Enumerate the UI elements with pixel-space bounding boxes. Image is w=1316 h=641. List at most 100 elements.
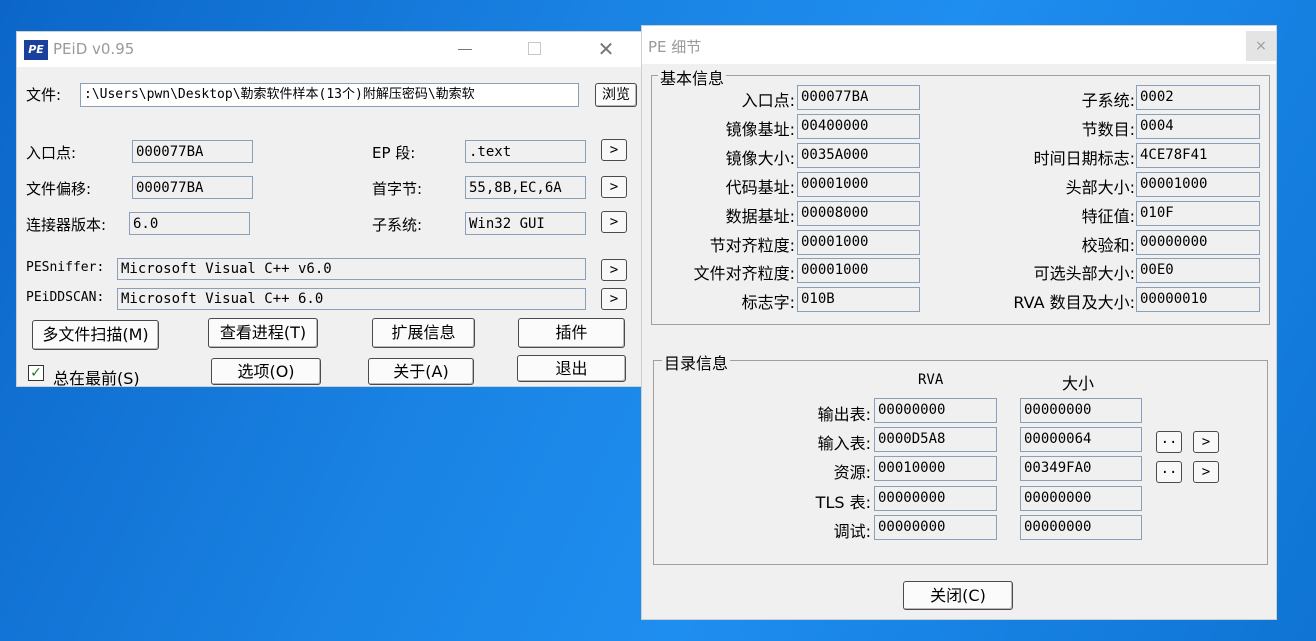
rva-column-header: RVA — [918, 372, 944, 388]
peiddscan-field[interactable]: Microsoft Visual C++ 6.0 — [117, 288, 586, 310]
subsystem-label: 子系统: — [372, 216, 423, 234]
multi-scan-button[interactable]: 多文件扫描(M) — [32, 320, 159, 350]
close-icon[interactable]: × — [1246, 31, 1276, 61]
basic-left-value-field[interactable]: 00001000 — [797, 258, 920, 283]
directory-row-label: TLS 表: — [815, 493, 871, 512]
directory-size-field[interactable]: 00000000 — [1020, 515, 1142, 540]
basic-left-value-field[interactable]: 000077BA — [797, 85, 920, 110]
about-button[interactable]: 关于(A) — [368, 358, 474, 385]
close-icon[interactable]: ✕ — [596, 38, 616, 60]
subsystem-field[interactable]: Win32 GUI — [465, 212, 586, 235]
file-path-field[interactable]: :\Users\pwn\Desktop\勒索软件样本(13个)附解压密码\勒索软 — [80, 83, 579, 107]
directory-rva-field[interactable]: 00000000 — [874, 486, 997, 511]
basic-right-label: RVA 数目及大小: — [1013, 293, 1135, 312]
linker-version-field[interactable]: 6.0 — [129, 212, 250, 235]
peid-logo-icon: PE — [24, 40, 48, 60]
basic-right-label: 时间日期标志: — [1033, 149, 1135, 168]
directory-size-field[interactable]: 00000064 — [1020, 427, 1142, 452]
pe-details-title: PE 细节 — [648, 38, 702, 56]
directory-row-label: 输入表: — [817, 434, 871, 453]
basic-right-value-field[interactable]: 0004 — [1136, 114, 1260, 139]
linker-version-label: 连接器版本: — [26, 216, 107, 234]
exit-button[interactable]: 退出 — [517, 355, 626, 382]
close-details-button[interactable]: 关闭(C) — [903, 581, 1013, 610]
maximize-icon[interactable] — [528, 42, 541, 55]
file-offset-field[interactable]: 000077BA — [132, 176, 253, 199]
basic-left-label: 入口点: — [741, 91, 795, 110]
basic-left-label: 文件对齐粒度: — [693, 264, 795, 283]
first-bytes-field[interactable]: 55,8B,EC,6A — [465, 176, 586, 199]
basic-left-value-field[interactable]: 010B — [797, 287, 920, 312]
file-label: 文件: — [26, 86, 62, 104]
directory-row-label: 资源: — [833, 463, 871, 482]
pesniffer-label: PESniffer: — [26, 260, 105, 275]
basic-right-label: 子系统: — [1081, 91, 1135, 110]
directory-rva-field[interactable]: 0000D5A8 — [874, 427, 997, 452]
directory-row-label: 输出表: — [817, 405, 871, 424]
minimize-icon[interactable] — [458, 49, 472, 50]
directory-info-title: 目录信息 — [662, 350, 731, 374]
subsystem-arrow-button[interactable]: > — [601, 211, 627, 233]
basic-left-label: 标志字: — [741, 293, 795, 312]
ep-section-field[interactable]: .text — [465, 140, 586, 163]
basic-right-value-field[interactable]: 00000000 — [1136, 230, 1260, 255]
entry-point-label: 入口点: — [26, 144, 77, 162]
extra-info-button[interactable]: 扩展信息 — [372, 318, 475, 348]
basic-right-value-field[interactable]: 00001000 — [1136, 172, 1260, 197]
basic-right-value-field[interactable]: 4CE78F41 — [1136, 143, 1260, 168]
directory-size-field[interactable]: 00000000 — [1020, 398, 1142, 423]
basic-left-label: 数据基址: — [725, 207, 795, 226]
basic-right-value-field[interactable]: 00000010 — [1136, 287, 1260, 312]
peid-window: PE PEiD v0.95 ✕ 文件: :\Users\pwn\Desktop\… — [16, 31, 642, 389]
stay-on-top-checkbox[interactable]: ✓ — [28, 365, 44, 381]
basic-left-label: 节对齐粒度: — [709, 236, 795, 255]
imports-dots-button[interactable]: .. — [1156, 431, 1182, 453]
resources-arrow-button[interactable]: > — [1193, 461, 1219, 483]
first-bytes-arrow-button[interactable]: > — [601, 176, 627, 198]
basic-left-label: 代码基址: — [725, 178, 795, 197]
basic-right-label: 头部大小: — [1065, 178, 1135, 197]
peid-titlebar[interactable]: PE PEiD v0.95 ✕ — [17, 32, 641, 67]
basic-left-label: 镜像大小: — [725, 149, 795, 168]
basic-left-value-field[interactable]: 00001000 — [797, 172, 920, 197]
resources-dots-button[interactable]: .. — [1156, 461, 1182, 483]
pe-details-titlebar[interactable]: PE 细节 × — [642, 26, 1276, 64]
first-bytes-label: 首字节: — [372, 180, 423, 198]
browse-button[interactable]: 浏览 — [595, 83, 637, 107]
pe-details-window: PE 细节 × 基本信息 目录信息 RVA 大小 .. > .. > 关闭(C)… — [641, 25, 1277, 620]
basic-right-label: 特征值: — [1081, 207, 1135, 226]
options-button[interactable]: 选项(O) — [211, 358, 321, 385]
basic-right-value-field[interactable]: 0002 — [1136, 85, 1260, 110]
basic-left-value-field[interactable]: 00008000 — [797, 201, 920, 226]
ep-section-label: EP 段: — [372, 144, 416, 162]
imports-arrow-button[interactable]: > — [1193, 431, 1219, 453]
peiddscan-arrow-button[interactable]: > — [601, 288, 627, 310]
basic-info-title: 基本信息 — [658, 65, 727, 89]
pesniffer-field[interactable]: Microsoft Visual C++ v6.0 — [117, 258, 586, 280]
peiddscan-label: PEiDDSCAN: — [26, 290, 105, 305]
directory-row-label: 调试: — [833, 522, 871, 541]
peid-title: PEiD v0.95 — [53, 40, 135, 58]
directory-rva-field[interactable]: 00010000 — [874, 456, 997, 481]
basic-right-label: 可选头部大小: — [1033, 264, 1135, 283]
basic-right-value-field[interactable]: 010F — [1136, 201, 1260, 226]
basic-left-value-field[interactable]: 00400000 — [797, 114, 920, 139]
size-column-header: 大小 — [1062, 374, 1095, 393]
basic-right-label: 校验和: — [1081, 236, 1135, 255]
basic-left-value-field[interactable]: 0035A000 — [797, 143, 920, 168]
basic-left-label: 镜像基址: — [725, 120, 795, 139]
plugins-button[interactable]: 插件 — [518, 318, 625, 348]
basic-right-value-field[interactable]: 00E0 — [1136, 258, 1260, 283]
directory-rva-field[interactable]: 00000000 — [874, 515, 997, 540]
pesniffer-arrow-button[interactable]: > — [601, 259, 627, 281]
basic-left-value-field[interactable]: 00001000 — [797, 230, 920, 255]
stay-on-top-label[interactable]: 总在最前(S) — [53, 365, 140, 389]
directory-size-field[interactable]: 00349FA0 — [1020, 456, 1142, 481]
entry-point-field[interactable]: 000077BA — [132, 140, 253, 163]
file-offset-label: 文件偏移: — [26, 180, 92, 198]
directory-rva-field[interactable]: 00000000 — [874, 398, 997, 423]
task-viewer-button[interactable]: 查看进程(T) — [208, 318, 318, 348]
ep-section-arrow-button[interactable]: > — [601, 139, 627, 161]
directory-size-field[interactable]: 00000000 — [1020, 486, 1142, 511]
basic-right-label: 节数目: — [1081, 120, 1135, 139]
